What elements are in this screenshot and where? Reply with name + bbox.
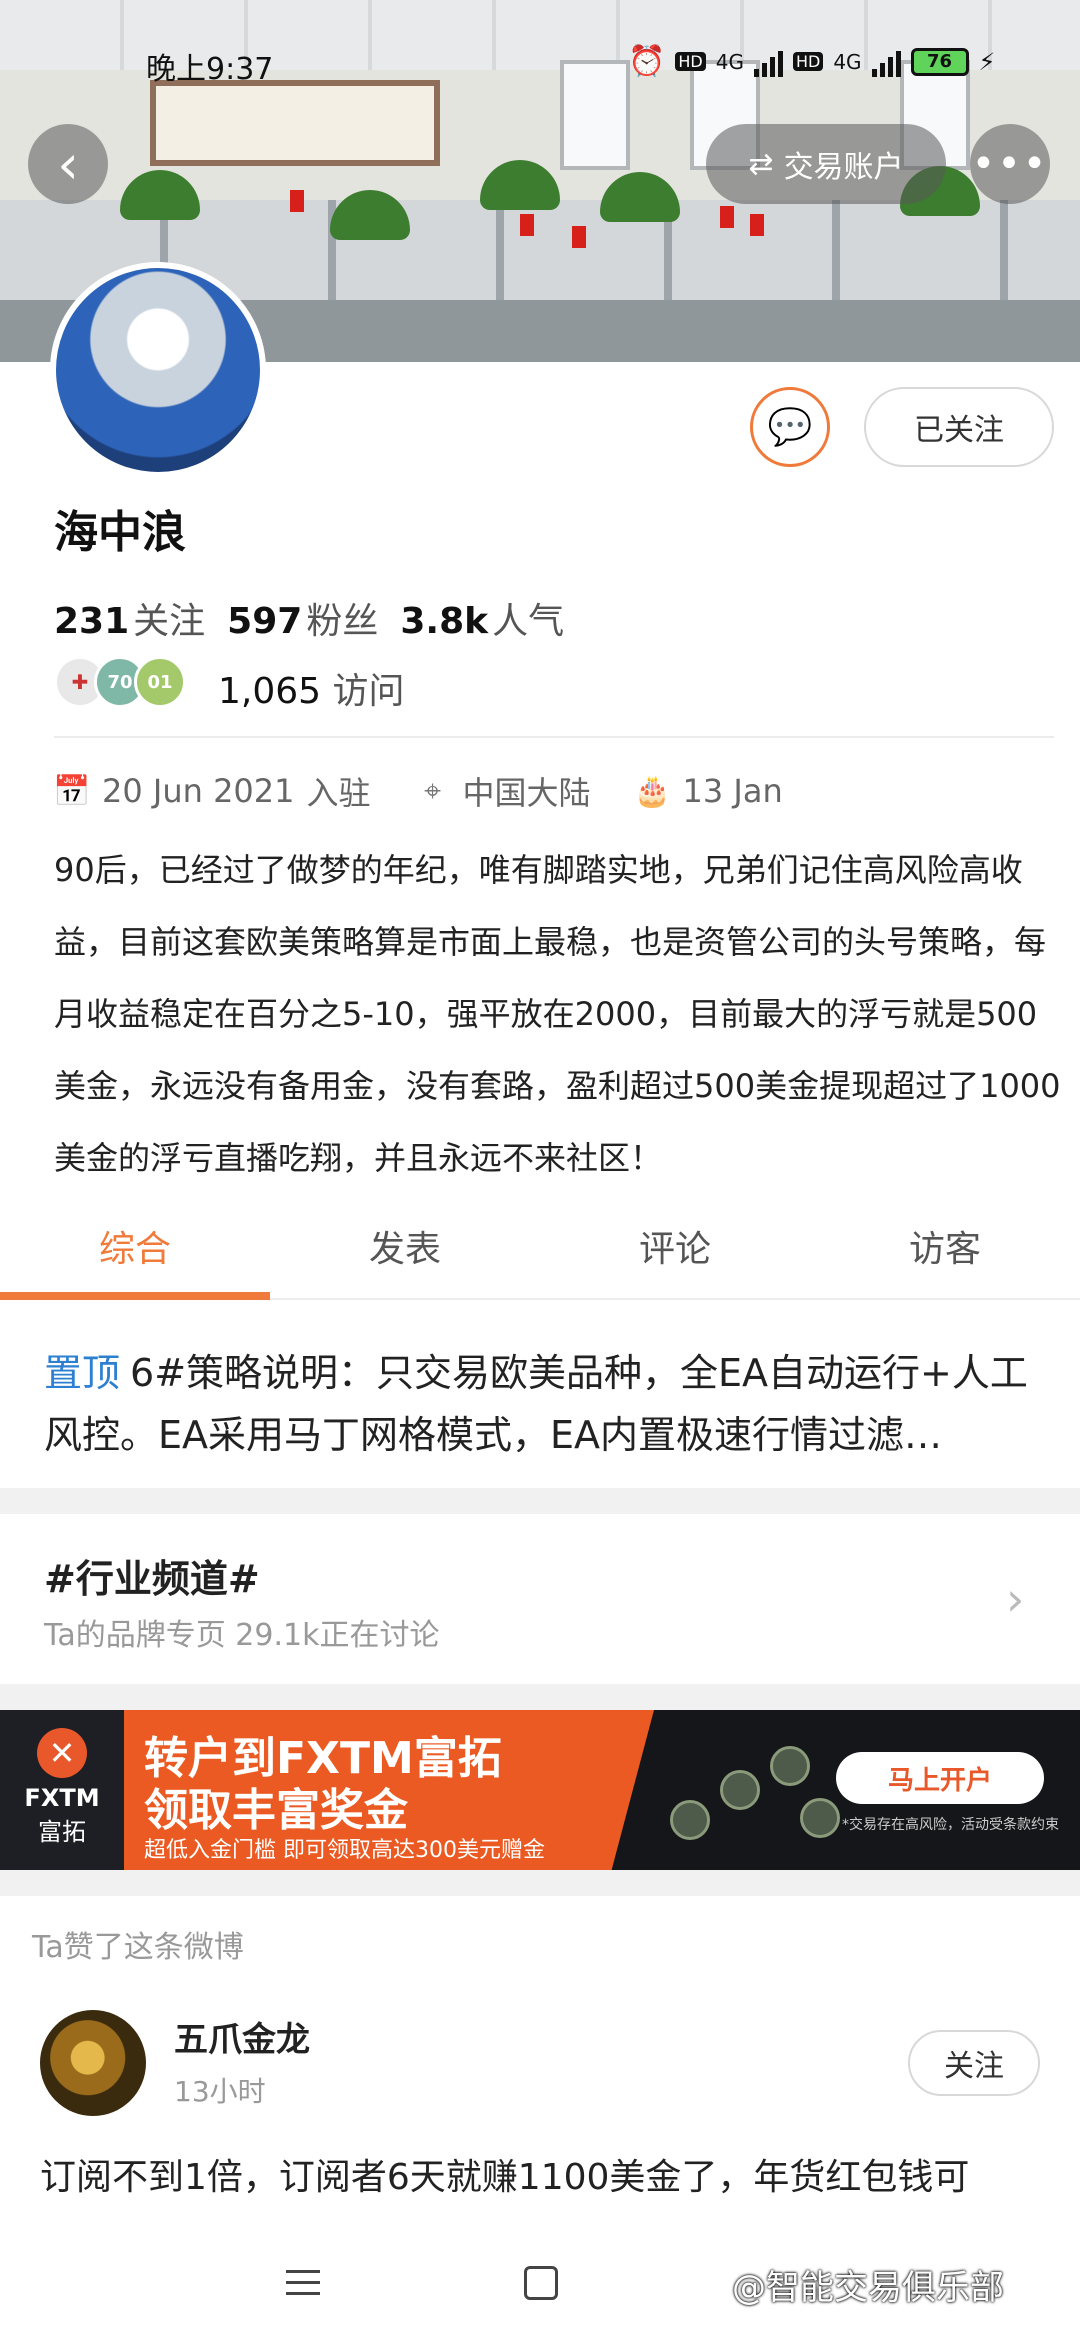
liked-post-header: Ta赞了这条微博: [32, 1930, 244, 1965]
calendar-icon: 📅: [53, 773, 91, 809]
home-icon[interactable]: [524, 2266, 558, 2300]
stat-following[interactable]: 231 关注: [54, 592, 205, 644]
tab-overview[interactable]: 综合: [0, 1212, 270, 1302]
section-separator: [0, 1488, 1080, 1514]
menu-icon[interactable]: [286, 2270, 320, 2303]
pinned-tag: 置顶: [44, 1351, 121, 1395]
message-button[interactable]: 💬: [750, 387, 830, 467]
birthday-cake-icon: 🎂: [633, 773, 672, 809]
battery-icon: 76: [910, 47, 969, 76]
more-button[interactable]: •••: [970, 124, 1050, 204]
network-label: 4G: [715, 49, 744, 74]
post-time: 13小时: [174, 2075, 266, 2108]
pinned-post[interactable]: 置顶 6#策略说明：只交易欧美品种，全EA自动运行+人工风控。EA采用马丁网格模式…: [44, 1342, 1044, 1466]
ad-headline-2: 领取丰富奖金: [144, 1785, 408, 1836]
profile-name: 海中浪: [54, 507, 186, 558]
section-separator: [0, 1684, 1080, 1710]
watermark: @智能交易俱乐部: [732, 2268, 1004, 2308]
visitor-badges[interactable]: ✚ 70 01: [54, 656, 186, 708]
signal-icon-2: [871, 47, 901, 77]
status-time: 晚上9:37: [146, 52, 274, 87]
post-text[interactable]: 订阅不到1倍，订阅者6天就赚1100美金了，年货红包钱可: [40, 2148, 1050, 2200]
hd-label-2: HD: [792, 52, 824, 71]
location-icon: ⌖: [424, 773, 441, 809]
back-button[interactable]: ‹: [28, 124, 108, 204]
section-separator: [0, 1870, 1080, 1896]
joined-label: 入驻: [306, 774, 371, 812]
network-label-2: 4G: [833, 49, 862, 74]
tab-visitors[interactable]: 访客: [810, 1212, 1080, 1302]
tab-posts[interactable]: 发表: [270, 1212, 540, 1302]
ad-disclaimer: *交易存在高风险，活动受条款约束: [842, 1817, 1059, 1833]
visits-count[interactable]: 1,065 访问: [218, 662, 405, 714]
tab-comments[interactable]: 评论: [540, 1212, 810, 1302]
profile-stats: 231 关注 597 粉丝 3.8k 人气: [54, 592, 564, 644]
stat-followers[interactable]: 597 粉丝: [227, 592, 378, 644]
open-account-button[interactable]: 马上开户: [836, 1752, 1044, 1804]
pinned-text: 6#策略说明：只交易欧美品种，全EA自动运行+人工风控。EA采用马丁网格模式，E…: [44, 1351, 1028, 1457]
post-author-avatar[interactable]: [40, 2010, 146, 2116]
charging-icon: ⚡: [978, 47, 996, 76]
swap-icon: ⇄: [748, 146, 774, 182]
alarm-icon: ⏰: [628, 44, 666, 79]
follow-button[interactable]: 关注: [908, 2030, 1040, 2096]
channel-title: #行业频道#: [44, 1557, 260, 1601]
coins-illustration: [660, 1740, 840, 1850]
avatar[interactable]: [50, 262, 266, 478]
back-arrow-icon: ‹: [57, 132, 79, 196]
profile-tabs: 综合 发表 评论 访客: [0, 1212, 1080, 1302]
hd-label: HD: [675, 52, 706, 71]
ad-banner[interactable]: ✕ FXTM 富拓 转户到FXTM富拓 领取丰富奖金 超低入金门槛 即可领取高达…: [0, 1710, 1080, 1870]
stat-popularity[interactable]: 3.8k 人气: [400, 592, 564, 644]
divider: [54, 736, 1054, 738]
following-button[interactable]: 已关注: [864, 387, 1054, 467]
badge-01: 01: [134, 656, 186, 708]
fxtm-x-icon: ✕: [37, 1728, 87, 1778]
location: 中国大陆: [462, 774, 591, 812]
post-author-name[interactable]: 五爪金龙: [174, 2012, 310, 2061]
chevron-right-icon: ›: [1006, 1572, 1025, 1626]
trading-account-button[interactable]: ⇄ 交易账户: [706, 124, 946, 204]
profile-meta: 📅 20 Jun 2021 入驻 ⌖ 中国大陆 🎂 13 Jan: [53, 768, 783, 814]
ad-subline: 超低入金门槛 即可领取高达300美元赠金: [144, 1838, 545, 1863]
fxtm-logo: ✕ FXTM 富拓: [0, 1710, 124, 1870]
message-icon: 💬: [767, 407, 813, 448]
profile-bio: 90后，已经过了做梦的年纪，唯有脚踏实地，兄弟们记住高风险高收益，目前这套欧美策…: [54, 851, 1061, 1177]
joined-date: 20 Jun 2021: [102, 772, 295, 810]
trading-account-label: 交易账户: [783, 150, 904, 185]
active-tab-indicator: [0, 1292, 270, 1300]
birthday: 13 Jan: [682, 772, 783, 810]
channel-subtitle: Ta的品牌专页 29.1k正在讨论: [44, 1618, 440, 1653]
more-dots-icon: •••: [971, 141, 1049, 187]
status-bar: 晚上9:37 ⏰ HD 4G HD 4G 76 ⚡: [0, 30, 1080, 100]
signal-icon: [753, 47, 783, 77]
system-nav-bar: @智能交易俱乐部: [0, 2214, 1080, 2340]
